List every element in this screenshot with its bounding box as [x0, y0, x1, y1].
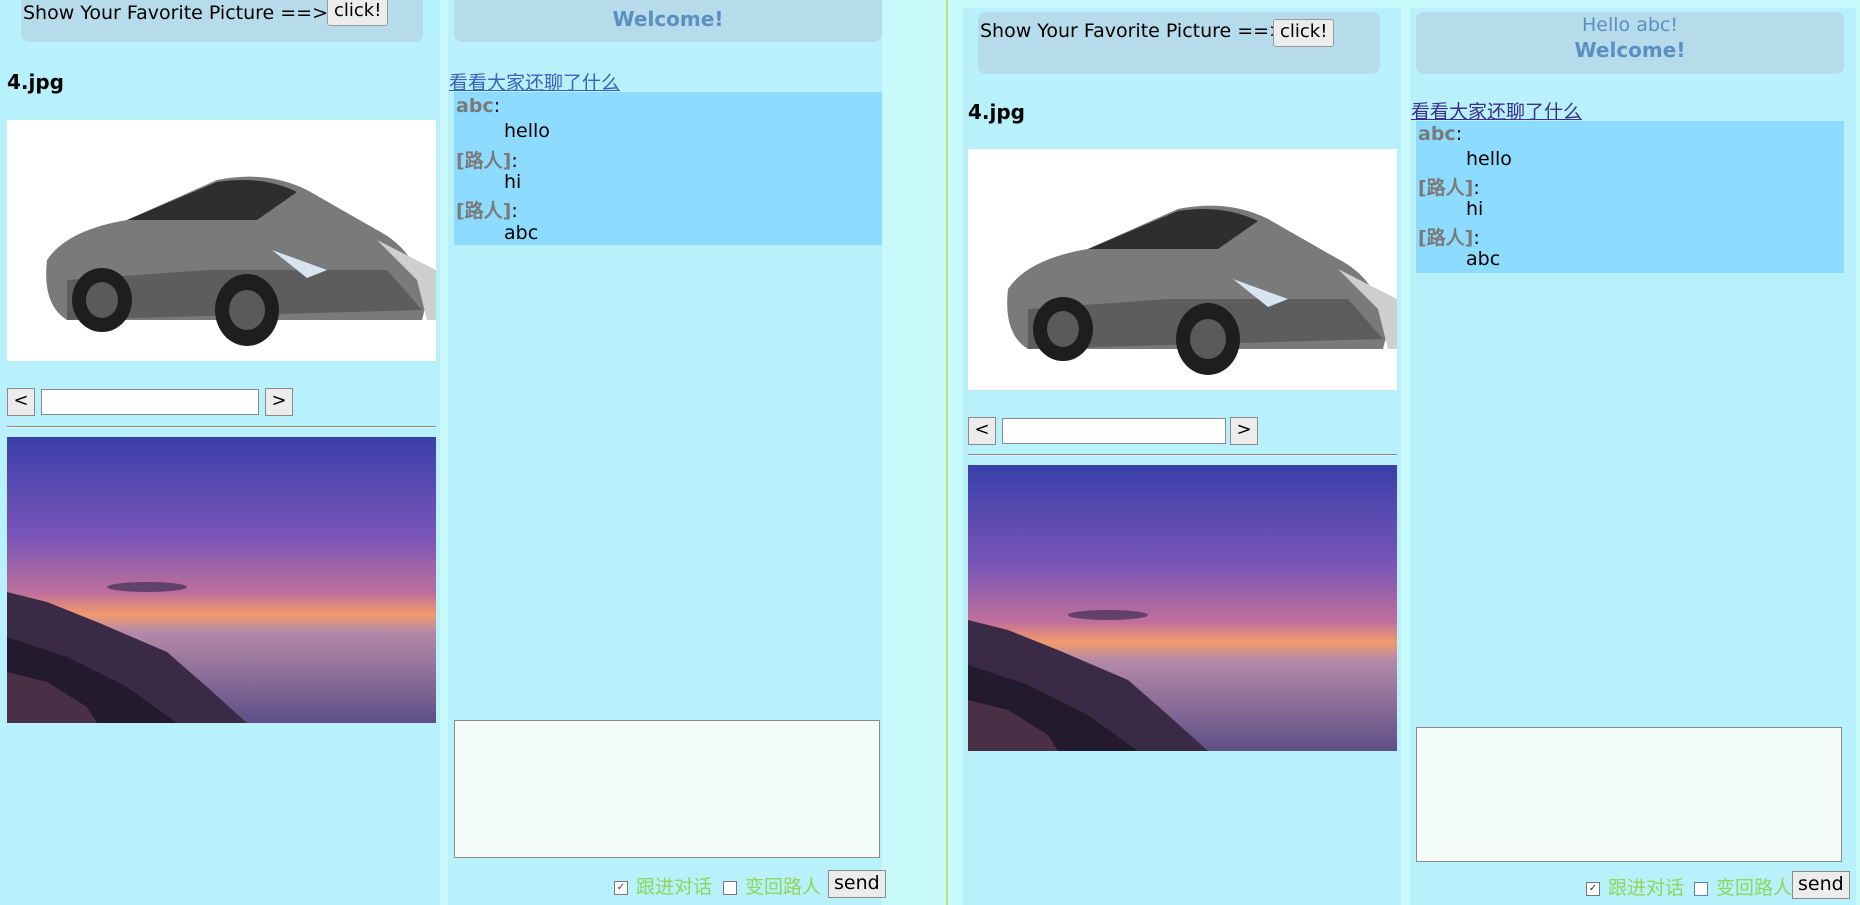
- chat-input-box[interactable]: [454, 720, 880, 858]
- sender-name: [路人]: [1418, 227, 1474, 249]
- checkbox-checked-icon[interactable]: ✓: [614, 880, 628, 895]
- message-text: abc: [504, 222, 539, 244]
- message-sender: abc:: [1418, 123, 1463, 145]
- favorite-picture-header: Show Your Favorite Picture ==> click!: [978, 12, 1380, 74]
- message-text: hi: [1466, 198, 1484, 220]
- click-button[interactable]: click!: [327, 0, 389, 26]
- picture-name-input[interactable]: [41, 389, 259, 415]
- click-button[interactable]: click!: [1273, 19, 1335, 47]
- sunset-photo: [968, 465, 1397, 751]
- message-text: hi: [504, 171, 522, 193]
- next-picture-button[interactable]: >: [265, 388, 293, 416]
- favorite-picture-label: Show Your Favorite Picture ==>: [23, 2, 329, 24]
- favorite-picture-label: Show Your Favorite Picture ==>: [980, 20, 1286, 42]
- message-text: abc: [1466, 248, 1501, 270]
- picture-name-input[interactable]: [1002, 418, 1226, 444]
- sender-name: abc: [456, 95, 494, 117]
- car-photo: [968, 149, 1397, 390]
- left-browser-window: Show Your Favorite Picture ==> click! 4.…: [0, 0, 946, 905]
- picture-panel: [963, 8, 1401, 905]
- right-browser-window: Show Your Favorite Picture ==> click! 4.…: [946, 0, 1860, 905]
- prev-picture-button[interactable]: <: [7, 388, 35, 416]
- sender-name: abc: [1418, 123, 1456, 145]
- sender-name: [路人]: [456, 200, 512, 222]
- message-text: hello: [1466, 148, 1512, 170]
- chat-messages: abc: hello [路人]: hi [路人]: abc: [454, 92, 882, 245]
- prev-picture-button[interactable]: <: [968, 417, 996, 445]
- hello-user-text: Hello abc!: [1582, 14, 1678, 36]
- follow-conversation-option[interactable]: ✓ 跟进对话: [1586, 873, 1684, 900]
- become-anonymous-label: 变回路人: [745, 876, 822, 898]
- car-photo: [7, 120, 436, 361]
- greeting-box: Welcome!: [454, 0, 882, 42]
- divider-line: [968, 454, 1397, 456]
- checkbox-unchecked-icon[interactable]: [1694, 881, 1708, 896]
- message-sender: abc:: [456, 95, 501, 117]
- message-sender: [路人]:: [456, 150, 518, 172]
- chat-messages: abc: hello [路人]: hi [路人]: abc: [1416, 121, 1844, 273]
- message-sender: [路人]:: [1418, 177, 1480, 199]
- next-picture-button[interactable]: >: [1230, 417, 1258, 445]
- welcome-text: Welcome!: [612, 7, 724, 31]
- sender-name: [路人]: [1418, 177, 1474, 199]
- chat-input-box[interactable]: [1416, 727, 1842, 862]
- become-anonymous-option[interactable]: 变回路人: [723, 872, 821, 899]
- follow-conversation-option[interactable]: ✓ 跟进对话: [614, 872, 712, 899]
- welcome-text: Welcome!: [1574, 38, 1686, 62]
- sunset-photo: [7, 437, 436, 723]
- become-anonymous-option[interactable]: 变回路人: [1694, 873, 1792, 900]
- greeting-box: Hello abc! Welcome!: [1416, 12, 1844, 74]
- follow-conversation-label: 跟进对话: [1608, 877, 1685, 899]
- follow-conversation-label: 跟进对话: [636, 876, 713, 898]
- sender-name: [路人]: [456, 150, 512, 172]
- message-sender: [路人]:: [1418, 227, 1480, 249]
- message-text: hello: [504, 120, 550, 142]
- become-anonymous-label: 变回路人: [1716, 877, 1793, 899]
- checkbox-checked-icon[interactable]: ✓: [1586, 881, 1600, 896]
- view-all-chats-link[interactable]: 看看大家还聊了什么: [449, 68, 620, 95]
- message-sender: [路人]:: [456, 200, 518, 222]
- checkbox-unchecked-icon[interactable]: [723, 880, 737, 895]
- view-all-chats-link[interactable]: 看看大家还聊了什么: [1411, 97, 1582, 124]
- file-name-label: 4.jpg: [7, 70, 65, 94]
- divider-line: [7, 426, 436, 428]
- send-button[interactable]: send: [828, 870, 886, 898]
- file-name-label: 4.jpg: [968, 100, 1026, 124]
- favorite-picture-header: Show Your Favorite Picture ==> click!: [21, 0, 423, 42]
- send-button[interactable]: send: [1792, 871, 1850, 899]
